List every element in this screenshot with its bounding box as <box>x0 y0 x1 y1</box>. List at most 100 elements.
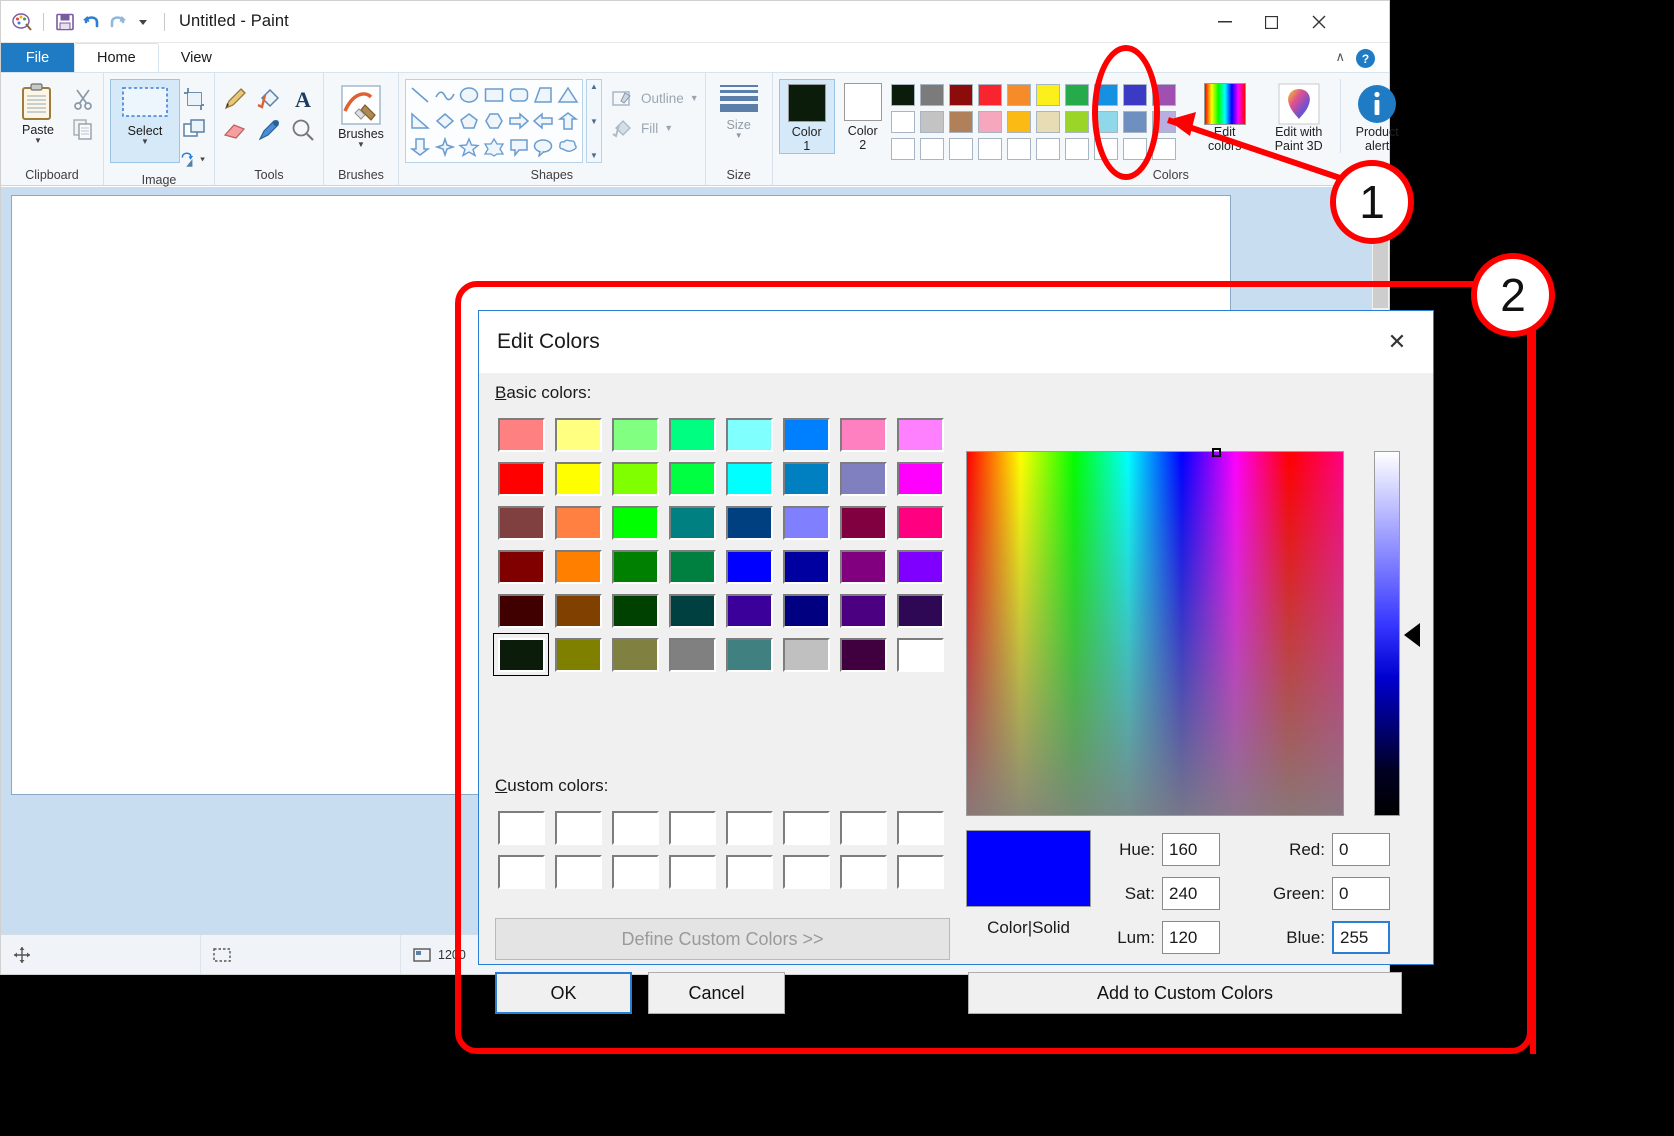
shape-cloud-callout[interactable] <box>555 134 580 160</box>
ribbon: Paste ▼ Clipboard Select ▼ Image A Tools… <box>1 73 1399 187</box>
annotation-marker-2: 2 <box>1471 253 1555 337</box>
redo-icon[interactable] <box>104 9 130 35</box>
fill-with-color-icon[interactable] <box>255 85 283 113</box>
shape-pentagon[interactable] <box>457 108 482 134</box>
paint3d-label: Edit with Paint 3D <box>1274 125 1323 153</box>
palette-swatch-r3c5[interactable] <box>1006 138 1031 160</box>
maximize-button[interactable] <box>1248 1 1295 43</box>
shape-right-triangle[interactable] <box>408 108 433 134</box>
shape-triangle[interactable] <box>555 82 580 108</box>
status-cursor-position <box>1 935 201 974</box>
outline-caret-icon[interactable]: ▼ <box>690 93 699 103</box>
shape-diamond[interactable] <box>433 108 458 134</box>
color1-label: Color 1 <box>791 125 822 153</box>
shapes-scroll-up-icon[interactable]: ▲ <box>590 82 598 91</box>
shape-polygon[interactable] <box>531 82 556 108</box>
color2-swatch <box>843 83 882 121</box>
undo-icon[interactable] <box>78 9 104 35</box>
app-icon[interactable] <box>9 9 35 35</box>
shape-rounded-callout[interactable] <box>506 134 531 160</box>
shape-four-point-star[interactable] <box>433 134 458 160</box>
palette-swatch-r1c5[interactable] <box>1006 84 1031 106</box>
minimize-button[interactable] <box>1201 1 1248 43</box>
color-picker-icon[interactable] <box>255 116 283 144</box>
text-tool-icon[interactable]: A <box>289 85 317 113</box>
shape-oval-callout[interactable] <box>531 134 556 160</box>
palette-swatch-r3c3[interactable] <box>948 138 973 160</box>
shape-rectangle[interactable] <box>482 82 507 108</box>
svg-text:A: A <box>295 87 311 112</box>
palette-swatch-r1c2[interactable] <box>919 84 944 106</box>
tab-file[interactable]: File <box>1 43 74 72</box>
shape-six-point-star[interactable] <box>482 134 507 160</box>
product-alert-label: Product alert <box>1355 125 1399 153</box>
brushes-caret-icon[interactable]: ▼ <box>357 141 365 149</box>
ribbon-tabs: File Home View ∧ ? <box>1 43 1389 73</box>
palette-swatch-r3c6[interactable] <box>1035 138 1060 160</box>
shape-hexagon[interactable] <box>482 108 507 134</box>
tab-home[interactable]: Home <box>74 43 159 72</box>
palette-swatch-r2c2[interactable] <box>919 111 944 133</box>
shape-curve[interactable] <box>433 82 458 108</box>
palette-swatch-r2c3[interactable] <box>948 111 973 133</box>
crop-icon[interactable] <box>180 85 208 113</box>
palette-swatch-r2c7[interactable] <box>1064 111 1089 133</box>
image-size-icon <box>413 947 431 962</box>
close-button[interactable] <box>1295 1 1342 43</box>
palette-swatch-r2c4[interactable] <box>977 111 1002 133</box>
palette-swatch-r3c2[interactable] <box>919 138 944 160</box>
paste-button[interactable]: Paste ▼ <box>7 79 69 145</box>
help-icon[interactable]: ? <box>1356 49 1375 68</box>
shapes-expand-icon[interactable]: ▼ <box>590 151 598 160</box>
palette-swatch-r1c3[interactable] <box>948 84 973 106</box>
select-caret-icon[interactable]: ▼ <box>141 138 149 146</box>
magnifier-icon[interactable] <box>289 116 317 144</box>
palette-swatch-r3c1[interactable] <box>890 138 915 160</box>
palette-swatch-r2c5[interactable] <box>1006 111 1031 133</box>
palette-swatch-r1c1[interactable] <box>890 84 915 106</box>
palette-swatch-r1c6[interactable] <box>1035 84 1060 106</box>
shape-right-arrow[interactable] <box>506 108 531 134</box>
resize-icon[interactable] <box>180 115 208 143</box>
shape-up-arrow[interactable] <box>555 108 580 134</box>
collapse-ribbon-icon[interactable]: ∧ <box>1335 49 1345 65</box>
shapes-gallery[interactable] <box>405 79 583 163</box>
cut-icon[interactable] <box>69 85 97 113</box>
shape-line[interactable] <box>408 82 433 108</box>
color1-button[interactable]: Color 1 <box>778 79 835 154</box>
select-button[interactable]: Select ▼ <box>110 79 180 163</box>
shape-down-arrow[interactable] <box>408 134 433 160</box>
shape-oval[interactable] <box>457 82 482 108</box>
palette-swatch-r2c6[interactable] <box>1035 111 1060 133</box>
group-label-size: Size <box>726 168 751 182</box>
eraser-icon[interactable] <box>221 116 249 144</box>
palette-swatch-r2c1[interactable] <box>890 111 915 133</box>
shape-rounded-rectangle[interactable] <box>506 82 531 108</box>
customize-quick-access-caret[interactable] <box>130 9 156 35</box>
color2-button[interactable]: Color 2 <box>835 79 891 152</box>
group-label-tools: Tools <box>254 168 284 182</box>
rotate-icon[interactable] <box>180 145 208 173</box>
palette-swatch-r3c7[interactable] <box>1064 138 1089 160</box>
pencil-icon[interactable] <box>221 85 249 113</box>
shape-five-point-star[interactable] <box>457 134 482 160</box>
palette-swatch-r1c7[interactable] <box>1064 84 1089 106</box>
size-button[interactable]: Size ▼ <box>712 79 766 140</box>
edit-colors-button[interactable]: Edit colors <box>1192 79 1258 153</box>
outline-button[interactable]: Outline ▼ <box>605 83 699 113</box>
shape-left-arrow[interactable] <box>531 108 556 134</box>
palette-swatch-r3c4[interactable] <box>977 138 1002 160</box>
tab-view[interactable]: View <box>159 43 234 72</box>
size-caret-icon[interactable]: ▼ <box>735 132 743 140</box>
brushes-button[interactable]: Brushes ▼ <box>330 79 392 149</box>
copy-icon[interactable] <box>69 115 97 143</box>
fill-caret-icon[interactable]: ▼ <box>664 123 673 133</box>
product-alert-button[interactable]: Product alert <box>1339 79 1406 153</box>
palette-swatch-r1c4[interactable] <box>977 84 1002 106</box>
shapes-gallery-scrollbar[interactable]: ▲ ▼ ▼ <box>586 79 602 163</box>
fill-button[interactable]: Fill ▼ <box>605 113 699 143</box>
save-icon[interactable] <box>52 9 78 35</box>
shapes-scroll-down-icon[interactable]: ▼ <box>590 117 598 126</box>
paste-caret-icon[interactable]: ▼ <box>34 137 42 145</box>
edit-with-paint3d-button[interactable]: Edit with Paint 3D <box>1266 79 1332 153</box>
